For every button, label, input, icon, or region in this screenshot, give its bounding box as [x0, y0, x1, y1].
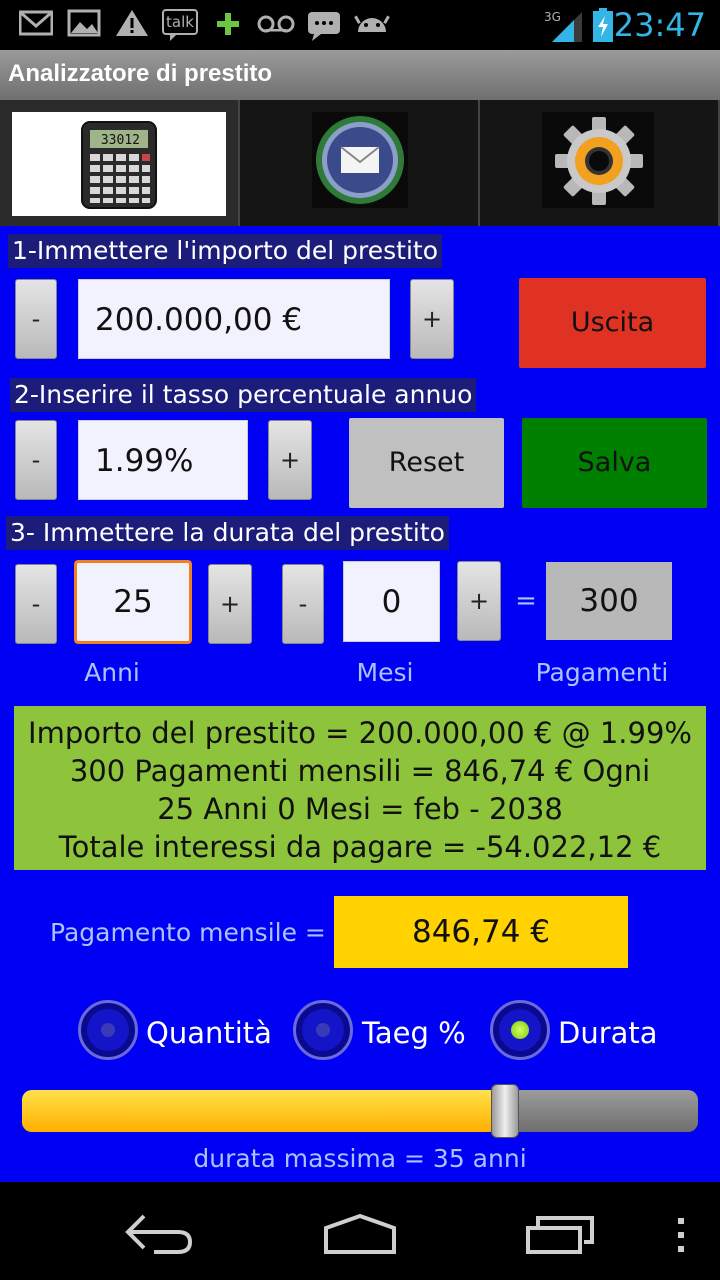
- months-increase-button[interactable]: +: [457, 561, 501, 641]
- years-caption: Anni: [84, 658, 140, 687]
- payments-count-display: 300: [546, 562, 672, 640]
- loan-summary-box: Importo del prestito = 200.000,00 € @ 1.…: [14, 706, 706, 870]
- app-title-bar: Analizzatore di prestito: [0, 50, 720, 100]
- amount-input[interactable]: 200.000,00 €: [78, 279, 390, 359]
- summary-line-end-date: 25 Anni 0 Mesi = feb - 2038: [157, 792, 563, 826]
- menu-icon[interactable]: [674, 1216, 688, 1256]
- talk-text: talk: [166, 13, 194, 31]
- status-bar: talk 3G 23:47: [0, 0, 720, 50]
- radio-quantity[interactable]: [78, 1000, 138, 1060]
- monthly-payment-label: Pagamento mensile =: [50, 918, 326, 947]
- duration-slider-thumb[interactable]: [490, 1084, 519, 1138]
- status-clock: 23:47: [613, 6, 706, 44]
- monthly-payment-value: 846,74 €: [334, 896, 628, 968]
- rate-input[interactable]: 1.99%: [78, 420, 248, 500]
- warning-icon: [114, 8, 150, 42]
- battery-charging-icon: [592, 8, 614, 42]
- recent-apps-icon[interactable]: [524, 1212, 598, 1256]
- voicemail-icon: [256, 8, 296, 42]
- messaging-icon: [306, 8, 342, 42]
- months-caption: Mesi: [356, 658, 414, 687]
- section3-label: 3- Immettere la durata del prestito: [6, 516, 449, 550]
- app-title: Analizzatore di prestito: [8, 60, 273, 87]
- gallery-icon: [66, 8, 102, 42]
- exit-button[interactable]: Uscita: [519, 278, 706, 368]
- gmail-icon: [18, 8, 54, 42]
- mail-icon: [316, 116, 404, 204]
- summary-line-amount: Importo del prestito = 200.000,00 € @ 1.…: [28, 716, 692, 750]
- radio-taeg[interactable]: [293, 1000, 353, 1060]
- network-type: 3G: [544, 10, 561, 24]
- summary-line-payments: 300 Pagamenti mensili = 846,74 € Ogni: [69, 754, 651, 788]
- duration-slider[interactable]: [22, 1084, 698, 1138]
- loan-calculator-panel: 1-Immettere l'importo del prestito - 200…: [0, 226, 720, 1182]
- equals-sign: =: [515, 586, 537, 616]
- gear-icon: [555, 117, 643, 205]
- talk-icon: talk: [162, 8, 200, 42]
- slider-caption: durata massima = 35 anni: [193, 1144, 527, 1173]
- amount-increase-button[interactable]: +: [410, 279, 454, 359]
- navigation-bar: [0, 1182, 720, 1280]
- tab-settings[interactable]: [480, 100, 720, 226]
- years-input[interactable]: 25: [74, 560, 192, 644]
- tab-mail[interactable]: [240, 100, 480, 226]
- payments-caption: Pagamenti: [535, 658, 669, 687]
- back-icon[interactable]: [124, 1212, 196, 1256]
- signal-3g-icon: 3G: [544, 8, 584, 42]
- radio-duration-label[interactable]: Durata: [558, 1016, 658, 1050]
- plus-icon: [214, 8, 242, 42]
- radio-taeg-label[interactable]: Taeg %: [362, 1016, 466, 1050]
- section2-label: 2-Inserire il tasso percentuale annuo: [10, 378, 477, 412]
- reset-button[interactable]: Reset: [349, 418, 504, 508]
- save-button[interactable]: Salva: [522, 418, 707, 508]
- summary-line-total-interest: Totale interessi da pagare = -54.022,12 …: [58, 830, 662, 864]
- home-icon[interactable]: [322, 1212, 398, 1256]
- radio-quantity-label[interactable]: Quantità: [146, 1016, 272, 1050]
- calculator-display: 33012: [101, 133, 140, 148]
- calculator-icon: 33012: [81, 121, 157, 209]
- months-decrease-button[interactable]: -: [282, 564, 324, 644]
- rate-decrease-button[interactable]: -: [15, 420, 57, 500]
- rate-increase-button[interactable]: +: [268, 420, 312, 500]
- section1-label: 1-Immettere l'importo del prestito: [8, 234, 443, 268]
- years-decrease-button[interactable]: -: [15, 564, 57, 644]
- amount-decrease-button[interactable]: -: [15, 279, 57, 359]
- years-increase-button[interactable]: +: [208, 564, 252, 644]
- duration-slider-fill: [22, 1090, 505, 1132]
- radio-duration[interactable]: [490, 1000, 550, 1060]
- tab-calculator[interactable]: 33012: [0, 100, 240, 226]
- android-icon: [352, 8, 392, 42]
- tab-bar: 33012: [0, 100, 720, 226]
- months-input[interactable]: 0: [343, 561, 440, 642]
